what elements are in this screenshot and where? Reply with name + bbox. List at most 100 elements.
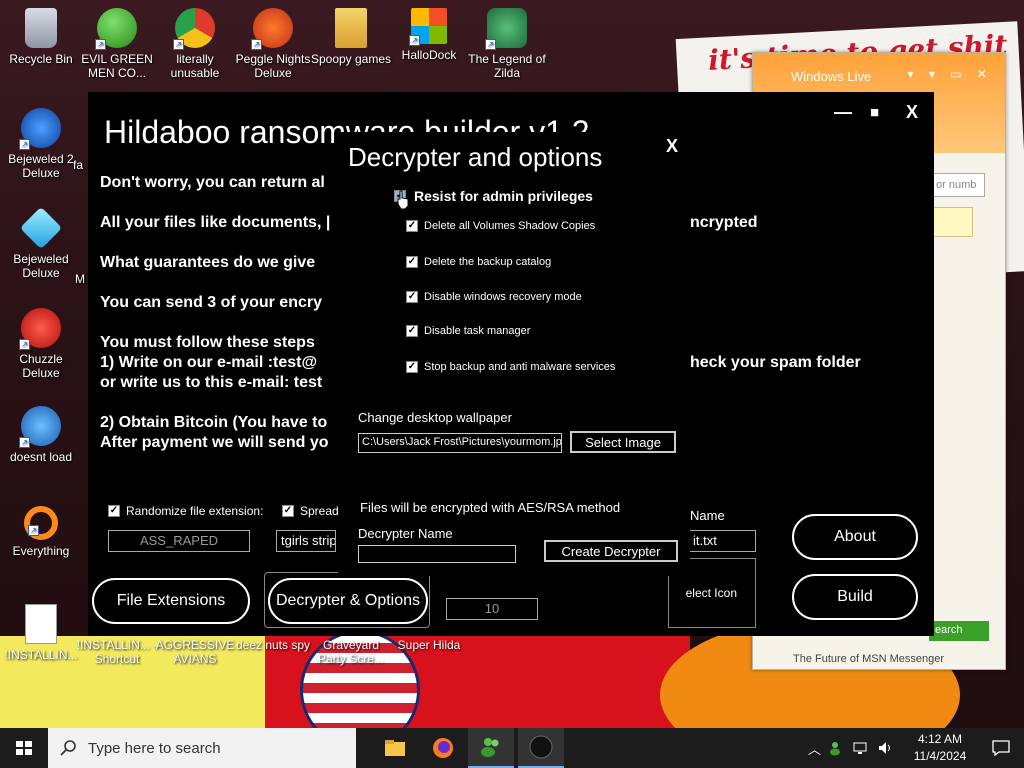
msn-footer: The Future of MSN Messenger [793, 653, 945, 665]
folder-icon [335, 8, 367, 48]
clock-time: 4:12 AM [917, 732, 963, 746]
option-task-manager[interactable]: ✓ Disable task manager [406, 325, 530, 337]
checkbox-box[interactable]: ✓ [108, 505, 120, 517]
taskbar-firefox[interactable] [420, 728, 466, 768]
about-button[interactable]: About [792, 514, 918, 560]
taskbar-file-explorer[interactable] [372, 728, 418, 768]
ransom-note-line: You must follow these steps [100, 334, 315, 351]
firefox-icon [433, 738, 453, 758]
desktop-icon-chuzzle[interactable]: ↗ Chuzzle Deluxe [0, 308, 82, 380]
extension-input[interactable]: ASS_RAPED [108, 530, 250, 552]
option-backup-catalog[interactable]: ✓ Delete the backup catalog [406, 256, 551, 268]
resist-admin-checkbox[interactable]: ✓ Resist for admin privileges [394, 188, 593, 204]
msn-status-box [933, 207, 973, 237]
text-file-icon [25, 604, 57, 644]
desktop-icon-zilda[interactable]: ↗ The Legend of Zilda [466, 8, 548, 80]
taskbar-clock[interactable]: 4:12 AM 11/4/2024 [900, 731, 980, 765]
spread-checkbox[interactable]: ✓ Spread [282, 504, 339, 518]
spread-input[interactable]: tgirls strip [276, 530, 336, 552]
desktop-icon-evil-green-men[interactable]: ↗ EVIL GREEN MEN CO... [76, 8, 158, 80]
close-button[interactable]: X [906, 102, 918, 123]
desktop-icon-label: fa [72, 158, 83, 172]
desktop-icon-hallodock[interactable]: ↗ HalloDock [388, 8, 470, 62]
taskbar-chaos-app[interactable] [518, 728, 564, 768]
desktop-icon-label: AGGRESSIVE AVIANS [155, 638, 235, 666]
ransom-note-line: All your files like documents, | [100, 214, 331, 231]
desktop-icon-aggressive-avians[interactable]: AGGRESSIVE AVIANS [154, 638, 236, 666]
chevron-up-icon[interactable]: ︿ [808, 739, 821, 758]
decrypter-options-button[interactable]: Decrypter & Options [268, 578, 428, 624]
decrypter-dialog-title: Decrypter and options [348, 142, 603, 172]
msn-tray-icon[interactable] [829, 740, 845, 756]
msn-search-input[interactable]: or numb [933, 173, 985, 197]
ransom-note-line: What guarantees do we give [100, 254, 316, 271]
desktop-icon-everything[interactable]: ↗ Everything [0, 506, 82, 558]
desktop-icon-label: Chuzzle Deluxe [19, 352, 63, 380]
volume-icon[interactable] [877, 740, 893, 756]
desktop-icon-chrome[interactable]: ↗ literally unusable [154, 8, 236, 80]
maximize-button[interactable]: ■ [870, 104, 879, 121]
desktop-icon-installing-shortcut[interactable]: !INSTALLIN... - Shortcut [76, 638, 158, 666]
msn-window-controls[interactable]: ▾ ▾ ▭ ✕ [908, 67, 993, 81]
msn-search-button[interactable]: earch [929, 621, 989, 641]
desktop-icon-label: HalloDock [401, 48, 457, 62]
randomize-extension-label: Randomize file extension: [126, 504, 264, 518]
notification-button[interactable] [978, 728, 1024, 768]
desktop-icon-label: doesnt load [9, 450, 73, 464]
number-input[interactable]: 10 [446, 598, 538, 620]
spread-label: Spread [300, 504, 339, 518]
ransom-note-fragment: heck your spam folder [690, 354, 861, 371]
select-image-button[interactable]: Select Image [570, 431, 676, 453]
network-icon[interactable] [853, 740, 869, 756]
file-extensions-button[interactable]: File Extensions [92, 578, 250, 624]
desktop-icon-installing[interactable]: !INSTALLIN... [0, 604, 82, 662]
checkbox-box[interactable]: ✓ [406, 220, 418, 232]
build-button[interactable]: Build [792, 574, 918, 620]
decrypter-options-dialog[interactable]: Decrypter and options X ✓ Resist for adm… [338, 132, 690, 576]
desktop-icon-recycle-bin[interactable]: Recycle Bin [0, 8, 82, 66]
option-label: Disable windows recovery mode [424, 291, 582, 303]
checkbox-box[interactable]: ✓ [282, 505, 294, 517]
clock-date: 11/4/2024 [913, 749, 967, 763]
minimize-button[interactable]: — [834, 102, 852, 123]
msn-buddy-icon: ↗ [95, 8, 137, 50]
checkbox-box[interactable]: ✓ [406, 325, 418, 337]
option-label: Stop backup and anti malware services [424, 361, 616, 373]
decrypter-close-button[interactable]: X [666, 136, 678, 157]
checkbox-box[interactable]: ✓ [406, 291, 418, 303]
desktop-icon-graveyard-party[interactable]: Graveyard Party Scre... [310, 638, 392, 666]
wallpaper-path-input[interactable]: C:\Users\Jack Frost\Pictures\yourmom.jpg [358, 433, 562, 453]
taskbar-search[interactable]: Type here to search [48, 728, 356, 768]
ransom-note-line: 2) Obtain Bitcoin (You have to [100, 414, 328, 431]
chrome-icon: ↗ [173, 8, 215, 50]
start-button[interactable] [0, 728, 48, 768]
desktop-icon-spoopy-games[interactable]: Spoopy games [310, 8, 392, 66]
checkbox-box[interactable]: ✓ [406, 256, 418, 268]
desktop-icon-thunderbird[interactable]: ↗ doesnt load [0, 406, 82, 464]
ransom-note-fragment: ncrypted [690, 214, 758, 231]
hand-cursor-icon [397, 190, 409, 210]
wallpaper-label: Change desktop wallpaper [358, 410, 512, 425]
notification-icon [992, 740, 1010, 756]
create-decrypter-button[interactable]: Create Decrypter [544, 540, 678, 562]
option-shadow-copies[interactable]: ✓ Delete all Volumes Shadow Copies [406, 220, 595, 232]
decrypter-name-input[interactable] [358, 545, 516, 563]
desktop-icon-label: Graveyard Party Scre... [317, 638, 385, 666]
name-input[interactable]: it.txt [688, 530, 756, 552]
desktop-icon-label: M [75, 272, 85, 286]
desktop-icon-deez-nuts-spy[interactable]: deez nuts spy [232, 638, 314, 652]
chaos-app-icon [529, 735, 553, 759]
ransom-note-line: or write us to this e-mail: test [100, 374, 323, 391]
desktop-icon-label: literally unusable [170, 52, 220, 80]
option-recovery-mode[interactable]: ✓ Disable windows recovery mode [406, 291, 582, 303]
desktop-icon-bejeweled[interactable]: Bejeweled Deluxe [0, 206, 82, 280]
desktop-icon-peggle[interactable]: ↗ Peggle Nights Deluxe [232, 8, 314, 80]
desktop-icon-super-hilda[interactable]: Super Hilda [388, 638, 470, 652]
randomize-extension-checkbox[interactable]: ✓ Randomize file extension: [108, 504, 263, 518]
option-stop-services[interactable]: ✓ Stop backup and anti malware services [406, 361, 615, 373]
checkbox-box[interactable]: ✓ [406, 361, 418, 373]
taskbar-msn[interactable] [468, 728, 514, 768]
desktop-icon-label: Super Hilda [397, 638, 461, 652]
encryption-note: Files will be encrypted with AES/RSA met… [360, 500, 621, 515]
desktop-icon-label: The Legend of Zilda [468, 52, 546, 80]
